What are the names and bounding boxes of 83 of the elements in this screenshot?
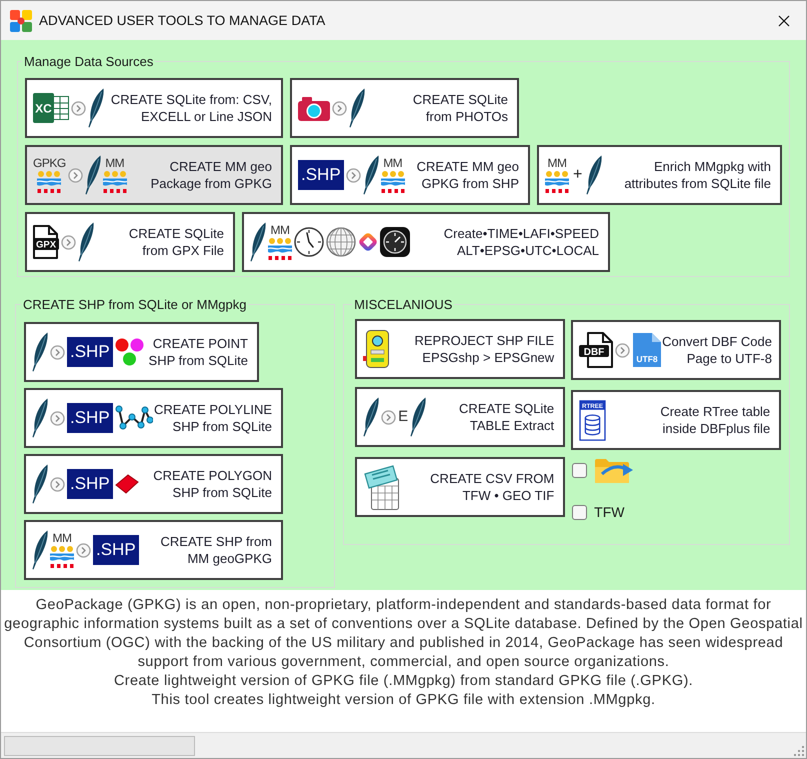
description-text: This tool creates lightweight version of GPKG file with extension .MMgpkg. [150, 691, 656, 710]
map-layers-icon [50, 546, 74, 568]
checkbox-label[interactable]: TFW [594, 504, 624, 520]
arrow-circle-icon [76, 542, 91, 558]
feather-icon [84, 155, 101, 195]
arrow-circle-icon [381, 410, 396, 424]
description-text: Create lightweight version of GPKG file (.MMgpkg) from standard GPKG file (.GPKG). [112, 672, 694, 691]
tool-button[interactable]: XC CREATE SQLite from: CSV, EXCELL or Line JSON [25, 78, 283, 138]
tool-button[interactable]: CREATE CSV FROM TFW • GEO TIF [355, 457, 566, 517]
map-layers-icon [380, 171, 405, 193]
tool-button[interactable]: GPKG MM CREATE MM geo Package from GPKG [25, 145, 283, 205]
feather-icon [32, 398, 48, 438]
arrow-circle-icon [332, 100, 347, 116]
map-layers-icon [268, 238, 292, 260]
tool-button[interactable]: DBF UTF8 Convert DBF Code Page to UTF-8 [571, 320, 782, 380]
arrow-circle-icon [615, 342, 630, 358]
tool-button[interactable]: CREATE SQLite from PHOTOs [290, 78, 519, 138]
feather-icon [78, 222, 94, 262]
format-label: MM [105, 157, 124, 170]
tool-button[interactable]: .SHP CREATE POLYGON SHP from SQLite [24, 454, 283, 514]
dot-cluster-icon [114, 338, 144, 366]
file-type-tag: .SHP [298, 160, 344, 190]
globe-icon [326, 227, 356, 257]
surveying-instrument-icon [363, 329, 392, 369]
feather-icon [32, 464, 48, 504]
tool-button[interactable]: .SHP MM CREATE MM geo GPKG from SHP [290, 145, 530, 205]
arrow-circle-icon [68, 168, 83, 182]
arrow-circle-icon [50, 344, 65, 360]
checkbox[interactable] [572, 504, 588, 520]
map-layers-icon [545, 171, 569, 193]
section-title: Manage Data Sources [23, 54, 154, 69]
polygon-icon [114, 474, 139, 494]
map-layers-icon [102, 171, 127, 193]
format-label: MM [383, 157, 402, 170]
section-title: MISCELANIOUS [353, 297, 454, 312]
arrow-circle-icon [50, 410, 65, 426]
feather-icon [32, 530, 48, 570]
tool-button[interactable]: GPX CREATE SQLite from GPX File [25, 212, 235, 272]
feather-icon [586, 155, 602, 195]
utf8-file-icon: UTF8 [632, 332, 662, 368]
file-type-tag: .SHP [93, 535, 139, 565]
square-ring-icon [358, 232, 378, 252]
format-label: MM [548, 157, 566, 170]
gpx-file-icon: GPX [33, 225, 59, 259]
tool-button[interactable]: E CREATE SQLite TABLE Extract [355, 387, 566, 447]
format-label: MM [270, 224, 290, 237]
window-title: ADVANCED USER TOOLS TO MANAGE DATA [39, 13, 326, 28]
arrow-circle-icon [346, 168, 361, 182]
file-type-tag: .SHP [67, 403, 113, 433]
checkbox[interactable] [572, 463, 588, 478]
file-type-tag: .SHP [67, 469, 113, 499]
file-type-tag: .SHP [67, 337, 113, 367]
arrow-circle-icon [61, 234, 76, 250]
map-layers-icon [37, 171, 62, 193]
feather-icon [88, 88, 104, 128]
arrow-circle-icon [71, 100, 86, 116]
feather-icon [362, 155, 379, 195]
format-label: GPKG [33, 157, 66, 170]
feather-icon [32, 332, 48, 372]
plus-sign: + [572, 166, 584, 184]
resize-grip-icon[interactable] [794, 746, 804, 756]
tool-button[interactable]: MM Create•TIME•LAFI•SPEED ALT•EPSG•UTC•LOCAL [242, 212, 610, 272]
description-text: GeoPackage (GPKG) is an open, non-proprietary, platform-independent and standards-based data format for geographic information systems built as a set of conventions over a SQLite database. Defined by the Open Geospatial Consortium (OGC) with the backing of the US military and published in 2014, GeoPackage has seen widespread support from various government, commercial, and open source organizations. [3, 596, 804, 672]
polyline-icon [114, 405, 153, 431]
letter-label: E [398, 408, 408, 426]
clock-icon [294, 227, 324, 257]
section-title: CREATE SHP from SQLite or MMgpkg [22, 297, 248, 312]
feather-icon [349, 88, 365, 128]
format-label: MM [52, 532, 72, 545]
arrow-circle-icon [50, 476, 65, 492]
folder-arrow-icon [594, 457, 634, 484]
tool-button[interactable]: .SHP CREATE POINT SHP from SQLite [24, 322, 259, 382]
tool-button[interactable]: .SHP CREATE POLYLINE SHP from SQLite [24, 388, 283, 448]
camera-icon [298, 96, 330, 120]
feather-icon [410, 397, 426, 437]
feather-icon [250, 222, 266, 262]
gauge-icon [380, 227, 410, 257]
app-icon [10, 10, 32, 32]
close-icon[interactable] [778, 14, 790, 26]
tool-button[interactable]: MM .SHP CREATE SHP from MM geoGPKG [24, 520, 283, 580]
feather-icon [363, 397, 380, 437]
tool-button[interactable]: MM + Enrich MMgpkg with attributes from SQLite file [537, 145, 782, 205]
tool-button[interactable]: REPROJECT SHP FILE EPSGshp > EPSGnew [355, 319, 566, 379]
